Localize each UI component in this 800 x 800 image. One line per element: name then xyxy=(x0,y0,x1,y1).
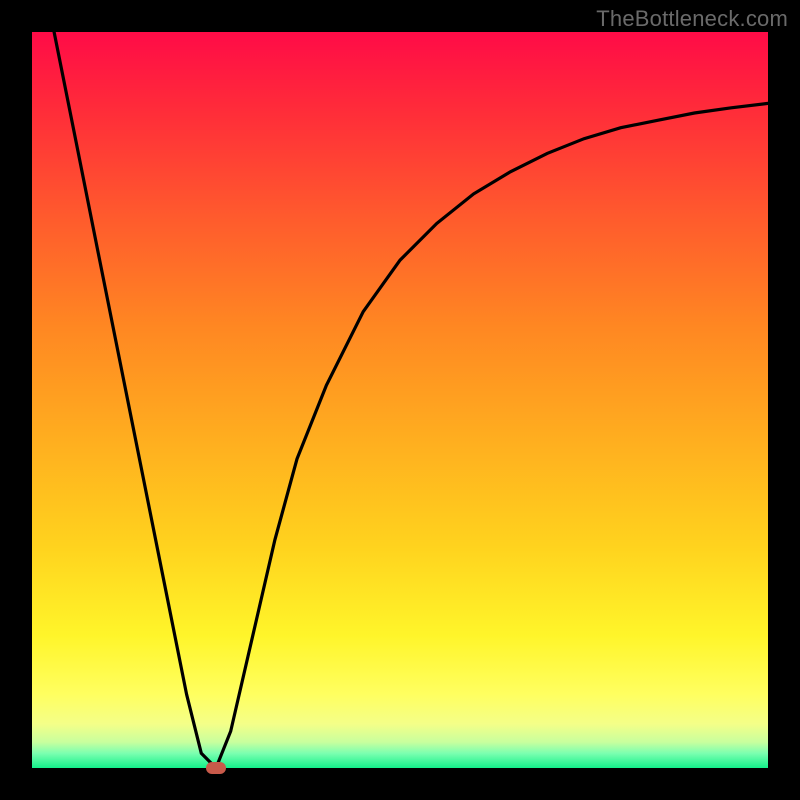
plot-area xyxy=(32,32,768,768)
curve-path xyxy=(54,32,768,768)
bottleneck-curve xyxy=(32,32,768,768)
optimal-point-marker xyxy=(206,762,226,774)
black-frame: TheBottleneck.com xyxy=(0,0,800,800)
watermark-text: TheBottleneck.com xyxy=(596,6,788,32)
